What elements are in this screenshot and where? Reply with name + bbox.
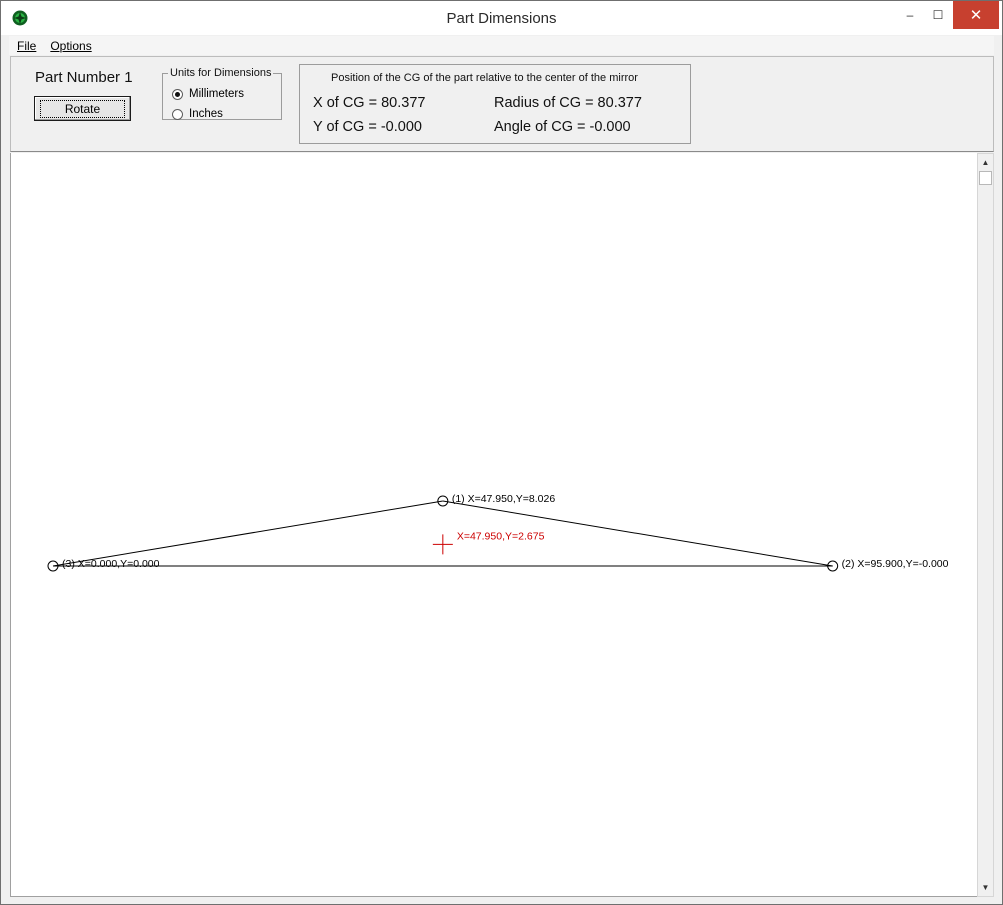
units-group: Units for Dimensions Millimeters Inches (162, 67, 282, 120)
maximize-icon: ☐ (932, 8, 944, 22)
menu-file[interactable]: File (9, 39, 42, 53)
cg-box-title: Position of the CG of the part relative … (331, 72, 638, 84)
rotate-button[interactable]: Rotate (34, 96, 131, 121)
maximize-button[interactable]: ☐ (923, 1, 953, 29)
radio-millimeters[interactable]: Millimeters (172, 88, 244, 100)
control-panel: Part Number 1 Rotate Units for Dimension… (10, 56, 994, 152)
part-drawing: (1) X=47.950,Y=8.026 (2) X=95.900,Y=-0.00… (47, 493, 949, 572)
cg-cross-icon (432, 534, 453, 555)
part-number-label: Part Number 1 (35, 69, 133, 86)
scroll-down-icon[interactable]: ▼ (978, 879, 993, 896)
y-of-cg: Y of CG = -0.000 (313, 119, 422, 135)
close-icon: ✕ (969, 7, 983, 24)
scroll-up-icon[interactable]: ▲ (978, 154, 993, 171)
drawing-canvas[interactable]: (1) X=47.950,Y=8.026 (2) X=95.900,Y=-0.00… (10, 153, 977, 897)
part-dimensions-window: Part Dimensions – ☐ ✕ File Options Part … (0, 0, 1003, 905)
vertex-2-label: (2) X=95.900,Y=-0.000 (842, 558, 949, 570)
edge-3-1 (52, 500, 443, 567)
units-legend: Units for Dimensions (170, 67, 272, 79)
minimize-button[interactable]: – (895, 1, 925, 29)
x-of-cg: X of CG = 80.377 (313, 95, 426, 111)
vertical-scrollbar[interactable]: ▲ ▼ (977, 153, 994, 897)
minimize-icon: – (906, 8, 914, 22)
radio-millimeters-indicator[interactable] (172, 88, 183, 100)
window-title: Part Dimensions (446, 10, 557, 27)
cg-marker-label: X=47.950,Y=2.675 (457, 530, 545, 542)
scroll-thumb[interactable] (979, 171, 992, 185)
menu-bar: File Options (9, 36, 994, 55)
rotate-button-label: Rotate (39, 99, 126, 118)
cg-position-box: Position of the CG of the part relative … (299, 64, 691, 144)
radio-inches-label: Inches (189, 108, 223, 120)
title-bar[interactable]: Part Dimensions – ☐ ✕ (1, 1, 1002, 35)
radius-of-cg: Radius of CG = 80.377 (494, 95, 642, 111)
angle-of-cg: Angle of CG = -0.000 (494, 119, 631, 135)
vertex-1-label: (1) X=47.950,Y=8.026 (452, 493, 555, 505)
menu-file-label: File (17, 38, 37, 53)
radio-inches[interactable]: Inches (172, 108, 223, 120)
radio-inches-indicator[interactable] (172, 108, 183, 120)
menu-options[interactable]: Options (42, 39, 97, 53)
radio-millimeters-label: Millimeters (189, 88, 244, 100)
menu-options-label: Options (50, 38, 92, 53)
vertex-3-label: (3) X=0.000,Y=0.000 (62, 558, 160, 570)
close-button[interactable]: ✕ (953, 1, 999, 29)
